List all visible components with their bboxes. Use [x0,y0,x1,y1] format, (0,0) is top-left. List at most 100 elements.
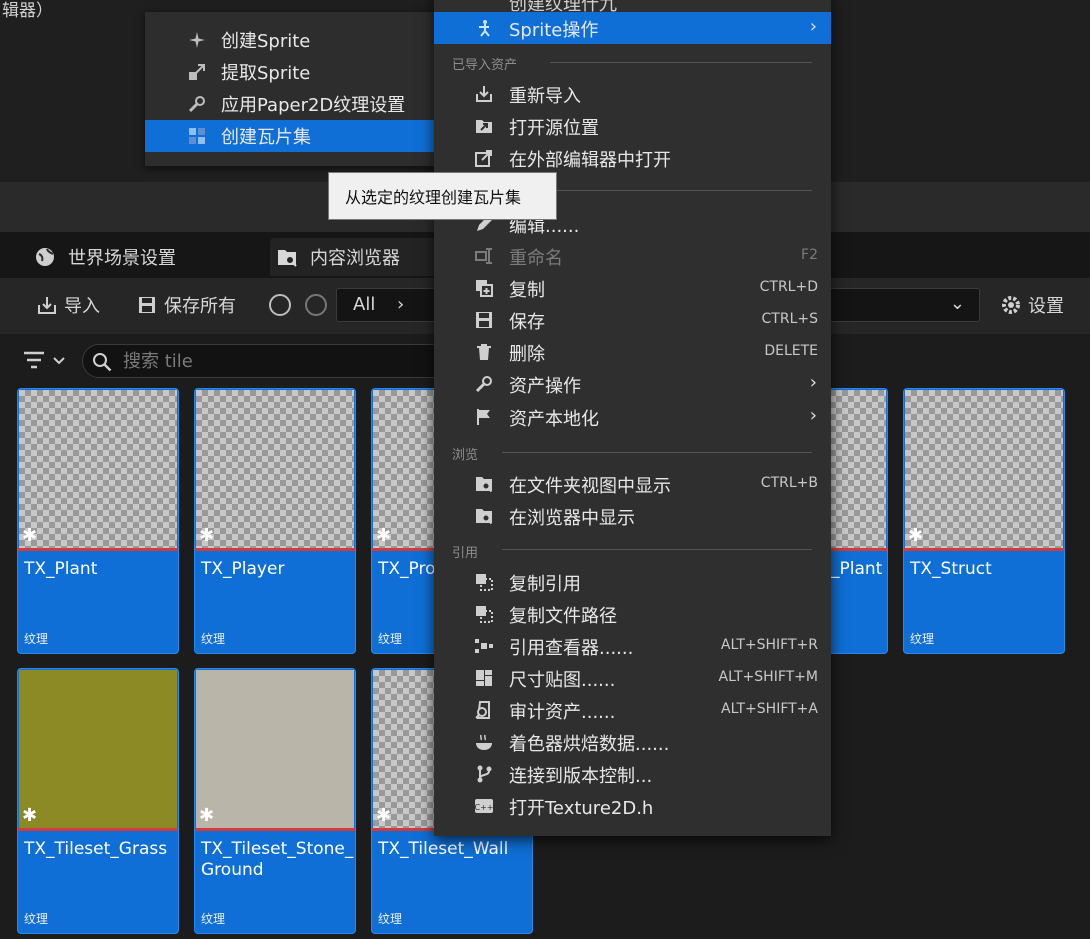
shader-cook-data-item[interactable]: 着色器烘焙数据...... [434,726,831,758]
save-all-label: 保存所有 [164,296,236,317]
sprite-sparkle-icon [187,30,207,50]
path-separator-icon: › [397,294,405,315]
wrench-icon [474,374,494,394]
asset-tile[interactable]: ✱ TX_Player 纹理 [194,388,356,654]
asset-thumbnail [19,390,177,548]
connect-source-control-item[interactable]: 连接到版本控制... [434,758,831,790]
texture-badge-icon: ✱ [376,525,392,546]
branch-icon [474,764,494,784]
history-forward-button[interactable] [305,294,327,316]
asset-type: 纹理 [201,912,226,926]
folder-search-icon [276,246,298,268]
svg-text:C++: C++ [475,803,494,812]
save-icon [136,294,158,316]
chevron-down-icon[interactable]: ⌄ [950,293,965,314]
texture-badge-icon: ✱ [376,805,392,826]
section-divider [550,62,812,63]
texture-badge-icon: ✱ [199,805,215,826]
flag-icon [474,407,494,427]
folder-search-icon [474,506,494,526]
save-all-button[interactable]: 保存所有 [136,292,236,318]
asset-type-bar [904,548,1064,551]
create-sprite-item[interactable]: 创建Sprite [145,24,437,56]
asset-tile[interactable]: ✱ TX_Tileset_Grass 纹理 [17,668,179,934]
copy-file-path-item[interactable]: 复制文件路径 [434,598,831,630]
tab-content-browser[interactable]: 内容浏览器 [270,238,438,276]
globe-icon [34,246,56,268]
asset-thumbnail [196,390,354,548]
asset-type: 纹理 [24,632,49,646]
apply-paper2d-settings-item[interactable]: 应用Paper2D纹理设置 [145,88,437,120]
copy-reference-item[interactable]: 复制引用 [434,566,831,598]
asset-type-bar [195,548,355,551]
tooltip: 从选定的纹理创建瓦片集 [328,172,557,220]
section-divider [502,549,812,550]
size-map-icon [474,668,494,688]
asset-tile[interactable]: ✱ TX_Plant 纹理 [17,388,179,654]
rename-item[interactable]: 重命名 F2 [434,240,831,272]
show-in-browser-item[interactable]: 在浏览器中显示 [434,500,831,532]
sprite-actions-item[interactable]: Sprite操作 › [434,12,831,44]
gear-icon [1000,294,1022,316]
wrench-icon [187,94,207,114]
reference-viewer-item[interactable]: 引用查看器...... ALT+SHIFT+R [434,630,831,662]
open-external-editor-item[interactable]: 在外部编辑器中打开 [434,142,831,174]
chevron-right-icon: › [809,372,817,393]
tab-world-settings[interactable]: 世界场景设置 [34,238,176,276]
asset-name: TX_Player [201,559,285,579]
duplicate-item[interactable]: 复制 CTRL+D [434,272,831,304]
open-header-file-item[interactable]: C++ 打开Texture2D.h [434,790,831,822]
trash-icon [474,342,494,362]
audit-assets-item[interactable]: 审计资产...... ALT+SHIFT+A [434,694,831,726]
tab-content-browser-label: 内容浏览器 [310,248,400,269]
texture-badge-icon: ✱ [908,525,924,546]
import-label: 导入 [64,296,100,317]
chevron-right-icon: › [809,16,817,37]
history-back-button[interactable] [269,294,291,316]
texture-badge-icon: ✱ [22,525,38,546]
texture-badge-icon: ✱ [199,525,215,546]
tile-set-icon [187,126,207,146]
reimport-icon [474,84,494,104]
save-icon [474,310,494,330]
path-root[interactable]: All [353,294,375,315]
sprite-actions-submenu: 创建Sprite 提取Sprite 应用Paper2D纹理设置 创建瓦片集 [145,12,437,166]
asset-tile[interactable]: ✱ TX_Struct 纹理 [903,388,1065,654]
asset-type-bar [18,828,178,831]
asset-name: TX_Tileset_Wall [378,839,509,859]
asset-thumbnail [196,670,354,828]
asset-localization-item[interactable]: 资产本地化 › [434,401,831,433]
show-in-folder-view-item[interactable]: 在文件夹视图中显示 CTRL+B [434,468,831,500]
extract-sprite-item[interactable]: 提取Sprite [145,56,437,88]
extract-arrow-icon [187,62,207,82]
chevron-right-icon: › [809,405,817,426]
settings-button[interactable]: 设置 [1000,292,1064,318]
create-tile-set-item[interactable]: 创建瓦片集 [145,120,437,152]
asset-type: 纹理 [24,912,49,926]
section-reference: 引用 [452,546,479,561]
editor-window: 辑器） 世界场景设置 内容浏览器 导入 保存所有 All › ⌄ 设置 搜索 t… [0,0,1090,939]
save-item[interactable]: 保存 CTRL+S [434,304,831,336]
asset-name: _Plant [831,559,883,579]
external-link-icon [474,148,494,168]
filter-button[interactable] [22,348,70,374]
import-button[interactable]: 导入 [36,292,100,318]
cpp-file-icon: C++ [474,796,494,816]
asset-name: TX_Tileset_Stone_ Ground [201,839,354,880]
copy-reference-icon [474,572,494,592]
copy-path-icon [474,604,494,624]
asset-name: TX_Struct [910,559,992,579]
folder-search-icon [474,474,494,494]
reimport-item[interactable]: 重新导入 [434,78,831,110]
steaming-bowl-icon [474,732,494,752]
open-source-location-item[interactable]: 打开源位置 [434,110,831,142]
asset-actions-item[interactable]: 资产操作 › [434,368,831,400]
size-map-item[interactable]: 尺寸贴图...... ALT+SHIFT+M [434,662,831,694]
search-input[interactable] [123,349,443,373]
section-browse: 浏览 [452,448,479,463]
search-field[interactable] [82,344,462,378]
asset-type: 纹理 [201,632,226,646]
rename-icon [474,246,494,266]
asset-tile[interactable]: ✱ TX_Tileset_Stone_ Ground 纹理 [194,668,356,934]
delete-item[interactable]: 删除 DELETE [434,336,831,368]
